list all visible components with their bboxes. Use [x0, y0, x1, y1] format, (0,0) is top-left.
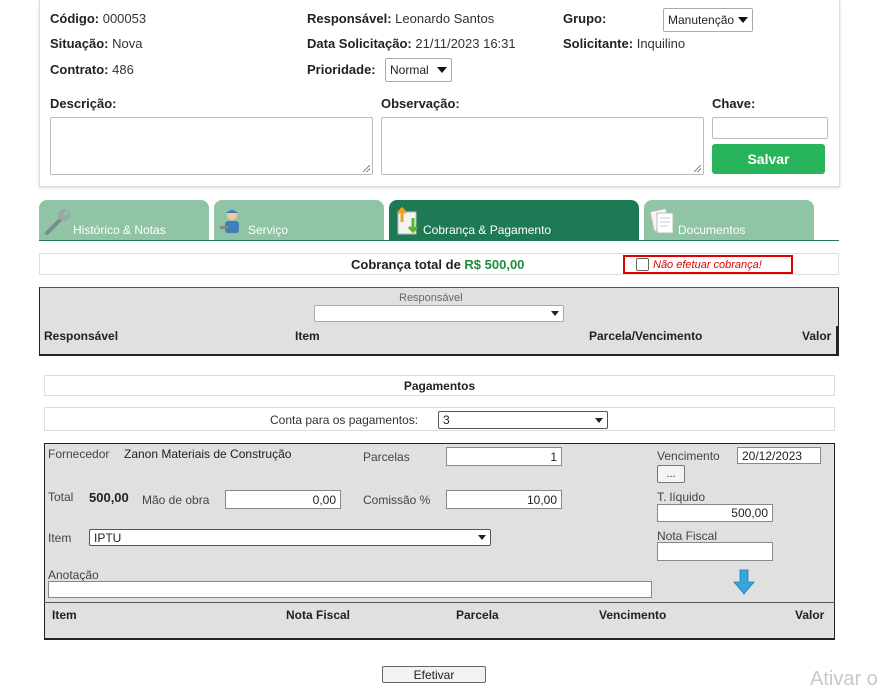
wrench-icon	[45, 209, 70, 235]
documents-icon	[649, 207, 674, 234]
resize-grip-icon[interactable]	[694, 165, 701, 172]
item-label: Item	[48, 531, 72, 545]
column-header: Vencimento	[599, 608, 667, 622]
vencimento-label: Vencimento	[657, 449, 720, 463]
column-header: Nota Fiscal	[286, 608, 351, 622]
responsavel-field: Responsável: Leonardo Santos	[307, 11, 494, 26]
parcelas-label: Parcelas	[363, 450, 410, 464]
anotacao-label: Anotação	[48, 568, 99, 582]
vencimento-more-button[interactable]: ...	[657, 465, 685, 483]
observacao-label: Observação:	[381, 96, 460, 111]
tab-label: Histórico & Notas	[73, 223, 166, 237]
cobranca-total-label: Cobrança total de	[351, 257, 461, 272]
pagamentos-title: Pagamentos	[44, 375, 835, 396]
nota-fiscal-label: Nota Fiscal	[657, 529, 718, 543]
comissao-input[interactable]: 10,00	[446, 490, 562, 509]
item-select-value: IPTU	[94, 530, 122, 545]
situacao-label: Situação:	[50, 36, 109, 51]
data-solicitacao-field: Data Solicitação: 21/11/2023 16:31	[307, 36, 516, 51]
item-select[interactable]: IPTU	[89, 529, 491, 546]
column-header: Valor	[795, 608, 825, 622]
codigo-label: Código:	[50, 11, 100, 26]
fornecedor-value: Zanon Materiais de Construção	[124, 447, 292, 461]
tab-label: Serviço	[248, 223, 289, 237]
tab-label: Cobrança & Pagamento	[423, 223, 552, 237]
nao-efetuar-label: Não efetuar cobrança!	[653, 258, 762, 271]
column-header: Item	[295, 329, 320, 343]
total-label: Total	[48, 490, 74, 504]
conta-pagamentos-select[interactable]: 3	[438, 411, 608, 429]
column-header: Item	[52, 608, 77, 622]
observacao-textarea[interactable]	[381, 117, 704, 175]
tab-divider	[39, 240, 839, 241]
tab-label: Documentos	[678, 223, 746, 237]
payment-table-divider	[44, 602, 835, 603]
chevron-down-icon	[595, 417, 603, 423]
total-value: 500,00	[89, 490, 129, 505]
grupo-label: Grupo:	[563, 11, 607, 26]
activation-watermark: Ativar o	[810, 668, 878, 690]
table-edge	[836, 326, 838, 355]
situacao-value: Nova	[112, 36, 143, 51]
solicitante-field: Solicitante: Inquilino	[563, 36, 685, 51]
chevron-down-icon	[738, 17, 749, 23]
chevron-down-icon	[478, 535, 486, 540]
arrow-down-icon[interactable]	[733, 569, 755, 595]
codigo-field: Código: 000053	[50, 11, 146, 26]
payment-icon	[396, 206, 419, 235]
situacao-field: Situação: Nova	[50, 36, 143, 51]
solicitante-label: Solicitante:	[563, 36, 634, 51]
chave-label: Chave:	[712, 96, 756, 111]
contrato-label: Contrato:	[50, 62, 109, 77]
prioridade-select-value: Normal	[390, 63, 429, 77]
tab-servico[interactable]: Serviço	[214, 200, 384, 240]
comissao-label: Comissão %	[363, 493, 431, 507]
chevron-down-icon	[437, 67, 447, 73]
descricao-label: Descrição:	[50, 96, 117, 111]
column-header: Valor	[802, 329, 832, 343]
conta-pagamentos-label: Conta para os pagamentos:	[270, 413, 419, 427]
column-header: Parcela/Vencimento	[589, 329, 703, 343]
tab-cobranca-pagamento[interactable]: Cobrança & Pagamento	[389, 200, 639, 240]
grupo-select-value: Manutenção	[668, 13, 735, 27]
mao-de-obra-label: Mão de obra	[142, 493, 210, 507]
data-solicitacao-value: 21/11/2023 16:31	[415, 36, 516, 51]
resize-grip-icon[interactable]	[363, 165, 370, 172]
responsavel-value: Leonardo Santos	[395, 11, 495, 26]
t-liquido-label: T. líquido	[657, 490, 706, 504]
grupo-select[interactable]: Manutenção	[663, 8, 753, 32]
descricao-textarea[interactable]	[50, 117, 373, 175]
vencimento-input[interactable]: 20/12/2023	[737, 447, 821, 464]
data-solicitacao-label: Data Solicitação:	[307, 36, 412, 51]
prioridade-select[interactable]: Normal	[385, 58, 452, 82]
nao-efetuar-cobranca-box: Não efetuar cobrança!	[623, 255, 793, 274]
chave-input[interactable]	[712, 117, 828, 139]
contrato-value: 486	[112, 62, 134, 77]
conta-pagamentos-value: 3	[443, 413, 450, 427]
parcelas-input[interactable]: 1	[446, 447, 562, 466]
salvar-button[interactable]: Salvar	[712, 144, 825, 174]
responsavel-filter-label: Responsável	[399, 292, 463, 304]
codigo-value: 000053	[102, 11, 147, 26]
fornecedor-label: Fornecedor	[48, 447, 110, 461]
anotacao-input[interactable]	[48, 581, 652, 598]
nao-efetuar-checkbox[interactable]	[636, 258, 649, 271]
mao-de-obra-input[interactable]: 0,00	[225, 490, 341, 509]
worker-icon	[220, 210, 239, 233]
prioridade-label: Prioridade:	[307, 62, 376, 77]
responsavel-filter-select[interactable]	[314, 305, 564, 322]
column-header: Parcela	[456, 608, 499, 622]
nota-fiscal-input[interactable]	[657, 542, 773, 561]
t-liquido-input[interactable]: 500,00	[657, 504, 773, 522]
cobranca-total-value: R$ 500,00	[464, 257, 525, 272]
responsavel-label: Responsável:	[307, 11, 392, 26]
efetivar-button[interactable]: Efetivar	[382, 666, 486, 683]
tab-documentos[interactable]: Documentos	[644, 200, 814, 240]
solicitante-value: Inquilino	[636, 36, 686, 51]
column-header: Responsável	[44, 329, 119, 343]
tab-historico-notas[interactable]: Histórico & Notas	[39, 200, 209, 240]
cobranca-total: Cobrança total de R$ 500,00	[351, 257, 524, 272]
chevron-down-icon	[551, 311, 559, 316]
contrato-field: Contrato: 486	[50, 62, 134, 77]
